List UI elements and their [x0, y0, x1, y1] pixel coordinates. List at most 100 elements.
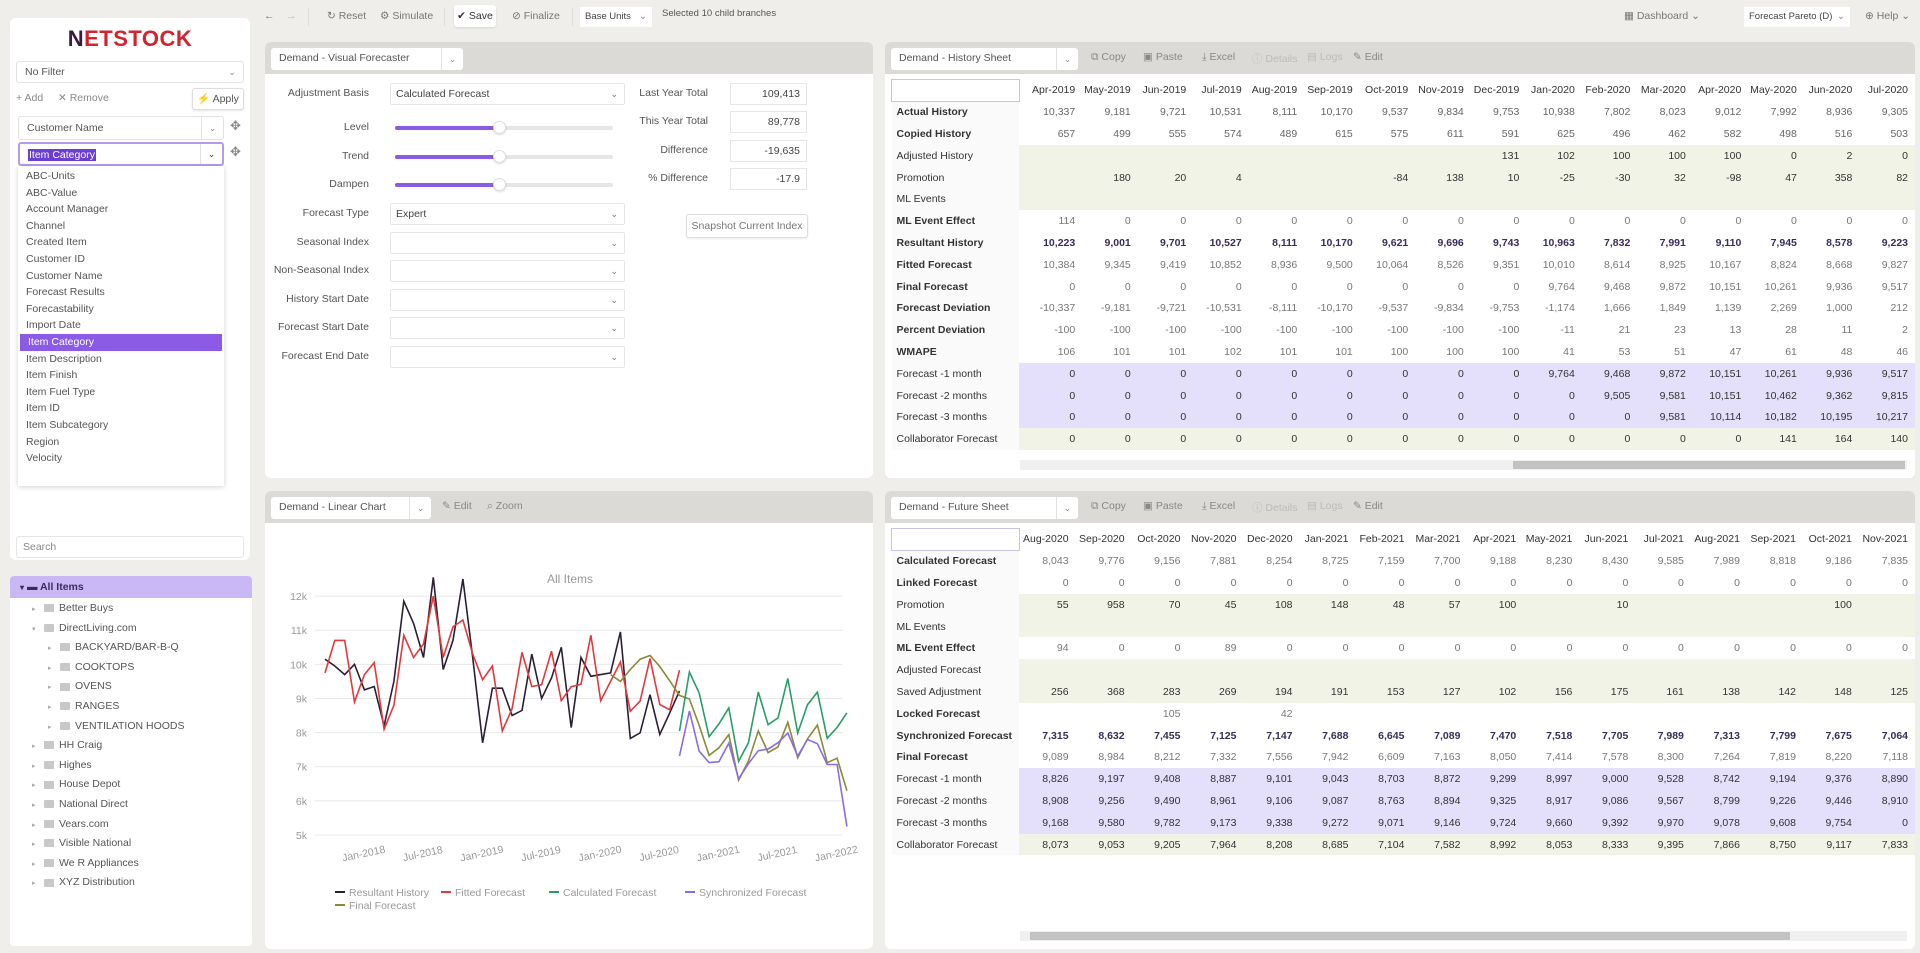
table-cell[interactable] — [1248, 144, 1305, 167]
table-cell[interactable]: 9,188 — [1467, 550, 1523, 572]
table-cell[interactable]: 9,186 — [1803, 550, 1859, 572]
table-cell[interactable]: 0 — [1579, 572, 1635, 594]
column-header[interactable]: Jun-2020 — [1804, 80, 1860, 102]
table-cell[interactable] — [1248, 166, 1305, 189]
table-cell[interactable]: 101 — [1138, 341, 1194, 363]
table-cell[interactable]: 2 — [1859, 319, 1915, 341]
table-cell[interactable]: 0 — [1415, 406, 1471, 429]
column-header[interactable]: May-2020 — [1748, 80, 1804, 102]
table-cell[interactable]: 13 — [1693, 319, 1748, 341]
table-cell[interactable] — [1304, 188, 1360, 211]
table-cell[interactable]: 7,991 — [1637, 232, 1693, 254]
caret-right-icon[interactable]: ▸ — [32, 796, 42, 816]
edit-button[interactable]: ✎ Edit — [1353, 51, 1383, 63]
table-cell[interactable]: 47 — [1693, 341, 1748, 363]
table-cell[interactable]: -100 — [1360, 319, 1415, 341]
table-cell[interactable]: -9,181 — [1082, 297, 1138, 319]
edit-button[interactable]: ✎ Edit — [1353, 500, 1383, 512]
table-cell[interactable]: 42 — [1243, 703, 1299, 725]
table-cell[interactable] — [1019, 703, 1075, 725]
tree-search-input[interactable]: Search — [16, 536, 244, 558]
table-cell[interactable]: 7,700 — [1411, 550, 1467, 572]
table-cell[interactable]: 1,000 — [1804, 297, 1860, 319]
table-cell[interactable]: 8,818 — [1747, 550, 1803, 572]
table-cell[interactable] — [1359, 188, 1416, 211]
table-cell[interactable]: 7,315 — [1019, 725, 1075, 747]
forecast-type-select[interactable]: Expert ⌄ — [390, 203, 625, 225]
column-header[interactable]: Jun-2021 — [1579, 529, 1635, 551]
table-cell[interactable] — [1467, 615, 1524, 638]
table-cell[interactable]: 7,159 — [1355, 550, 1411, 572]
table-cell[interactable] — [1579, 615, 1636, 638]
table-cell[interactable]: 591 — [1471, 123, 1527, 145]
dropdown-option[interactable]: Customer ID — [18, 251, 224, 268]
table-cell[interactable]: 7,332 — [1187, 746, 1243, 768]
table-cell[interactable]: 283 — [1131, 681, 1188, 703]
table-cell[interactable]: 100 — [1581, 144, 1638, 167]
table-cell[interactable]: 9,581 — [1637, 384, 1693, 407]
table-cell[interactable]: 9,743 — [1471, 232, 1527, 254]
caret-right-icon[interactable]: ▸ — [48, 698, 58, 718]
table-cell[interactable]: 10,337 — [1027, 101, 1082, 123]
table-cell[interactable] — [1746, 593, 1803, 616]
table-cell[interactable]: 8,887 — [1187, 768, 1244, 791]
table-cell[interactable]: -10,337 — [1027, 297, 1082, 319]
caret-right-icon[interactable]: ▸ — [32, 855, 42, 875]
table-cell[interactable]: 148 — [1299, 593, 1356, 616]
table-cell[interactable]: 462 — [1637, 123, 1693, 145]
table-cell[interactable]: 100 — [1415, 341, 1471, 363]
table-cell[interactable] — [1579, 703, 1635, 725]
table-cell[interactable] — [1243, 659, 1300, 682]
table-cell[interactable]: 7,089 — [1411, 725, 1467, 747]
seasonal-index-select[interactable]: ⌄ — [390, 232, 625, 254]
scrollbar-thumb[interactable] — [1513, 461, 1905, 469]
remove-filter-button[interactable]: ✕ Remove — [58, 92, 109, 104]
table-cell[interactable]: 0 — [1360, 276, 1415, 298]
table-cell[interactable] — [1690, 615, 1747, 638]
table-cell[interactable]: 0 — [1859, 637, 1915, 659]
column-header[interactable]: Oct-2020 — [1132, 529, 1188, 551]
table-cell[interactable]: 0 — [1470, 428, 1527, 451]
table-cell[interactable]: 156 — [1523, 681, 1580, 703]
table-cell[interactable]: 0 — [1137, 406, 1194, 429]
table-cell[interactable]: 9,528 — [1635, 768, 1691, 791]
table-cell[interactable]: 0 — [1193, 384, 1249, 407]
dropdown-option[interactable]: Channel — [18, 218, 224, 235]
table-cell[interactable]: 8,703 — [1355, 768, 1412, 791]
column-header[interactable]: Jul-2020 — [1859, 80, 1915, 102]
table-cell[interactable]: 8,578 — [1804, 232, 1860, 254]
table-cell[interactable]: 7,705 — [1579, 725, 1635, 747]
table-cell[interactable]: -100 — [1138, 319, 1194, 341]
paste-button[interactable]: ▣ Paste — [1143, 500, 1183, 512]
caret-right-icon[interactable]: ▸ — [48, 678, 58, 698]
table-cell[interactable]: 8,872 — [1411, 768, 1468, 791]
table-cell[interactable]: 0 — [1359, 428, 1416, 451]
table-cell[interactable]: 7,833 — [1858, 833, 1915, 856]
table-cell[interactable]: 7,578 — [1579, 746, 1635, 768]
column-header[interactable]: May-2019 — [1082, 80, 1138, 102]
table-cell[interactable]: 7,556 — [1243, 746, 1299, 768]
table-cell[interactable]: 9,395 — [1635, 833, 1691, 856]
table-cell[interactable]: 269 — [1187, 681, 1244, 703]
table-cell[interactable]: 0 — [1526, 210, 1582, 232]
table-cell[interactable]: -8,111 — [1249, 297, 1305, 319]
table-cell[interactable] — [1299, 659, 1356, 682]
tree-node[interactable]: ▸ We R Appliances — [10, 854, 252, 874]
scrollbar-thumb[interactable] — [1030, 932, 1790, 940]
table-cell[interactable]: 101 — [1082, 341, 1138, 363]
table-cell[interactable]: 9,621 — [1360, 232, 1415, 254]
table-cell[interactable]: 41 — [1526, 341, 1582, 363]
table-cell[interactable]: 0 — [1026, 428, 1083, 451]
table-cell[interactable] — [1858, 659, 1915, 682]
panel-view-select[interactable]: Demand - Linear Chart ⌄ — [271, 497, 431, 519]
save-button[interactable]: ✔ Save — [454, 5, 496, 27]
table-cell[interactable]: 0 — [1248, 362, 1305, 385]
table-cell[interactable]: 10,223 — [1027, 232, 1082, 254]
dropdown-option[interactable]: ABC-Value — [18, 185, 224, 202]
table-cell[interactable]: 10,151 — [1692, 384, 1749, 407]
table-cell[interactable]: 0 — [1581, 428, 1638, 451]
table-cell[interactable] — [1243, 615, 1300, 638]
table-cell[interactable] — [1411, 615, 1468, 638]
table-cell[interactable]: 0 — [1026, 362, 1083, 385]
table-cell[interactable]: 0 — [1193, 428, 1249, 451]
